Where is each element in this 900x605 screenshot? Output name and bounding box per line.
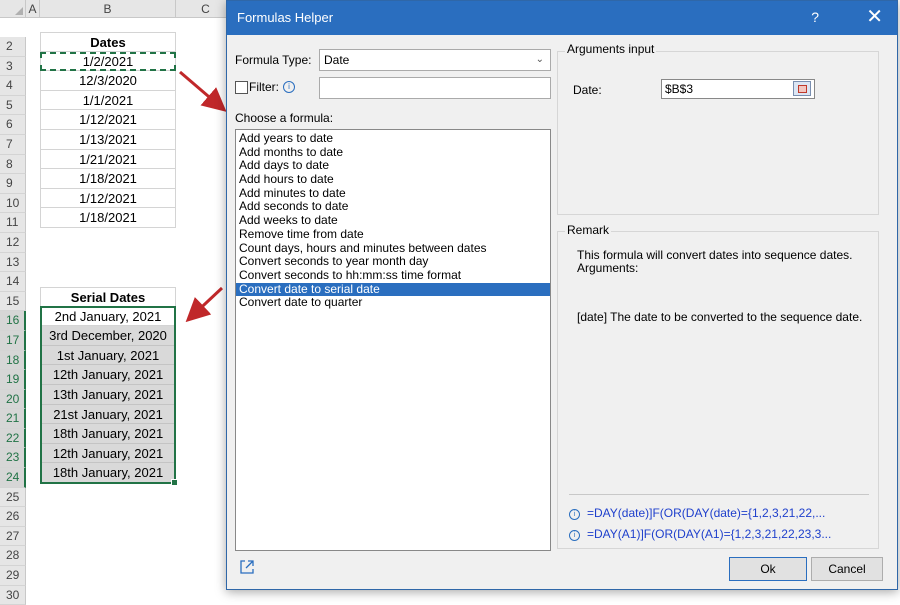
info-icon[interactable]: i	[283, 81, 295, 93]
formula-type-select[interactable]: Date ⌄	[319, 49, 551, 71]
chevron-down-icon: ⌄	[535, 54, 544, 65]
share-icon[interactable]	[239, 559, 255, 575]
remark-divider	[569, 494, 869, 495]
choose-formula-label: Choose a formula:	[235, 111, 334, 125]
remark-description: This formula will convert dates into seq…	[577, 248, 853, 275]
formula-list-item[interactable]: Convert seconds to hh:mm:ss time format	[236, 268, 550, 283]
filter-input[interactable]	[319, 77, 551, 99]
formula-list-item[interactable]: Remove time from date	[236, 227, 550, 242]
formula-example-2[interactable]: i =DAY(A1)]F(OR(DAY(A1)={1,2,3,21,22,23,3…	[569, 527, 831, 541]
formula-list-item[interactable]: Add minutes to date	[236, 186, 550, 201]
ok-button[interactable]: Ok	[729, 557, 807, 581]
filter-checkbox[interactable]	[235, 81, 248, 94]
help-button[interactable]: ?	[811, 9, 819, 25]
formula-list-item[interactable]: Add seconds to date	[236, 200, 550, 214]
date-argument-label: Date:	[573, 83, 602, 97]
remark-arguments: [date] The date to be converted to the s…	[577, 310, 863, 324]
formula-example-1[interactable]: i =DAY(date)]F(OR(DAY(date)={1,2,3,21,22,…	[569, 506, 825, 520]
formula-type-label: Formula Type:	[235, 53, 312, 67]
dialog-titlebar[interactable]: Formulas Helper ? ✕	[227, 1, 897, 35]
range-select-icon[interactable]	[793, 81, 811, 96]
formula-list-item[interactable]: Add days to date	[236, 159, 550, 173]
cancel-button[interactable]: Cancel	[811, 557, 883, 581]
annotation-arrows	[179, 70, 227, 323]
formula-list-item[interactable]: Add weeks to date	[236, 213, 550, 228]
date-argument-input[interactable]: $B$3	[661, 79, 815, 99]
arrow-to-dialog	[179, 70, 227, 112]
formula-list-item[interactable]: Convert date to serial date	[236, 282, 550, 297]
remark-legend: Remark	[565, 223, 612, 237]
formula-example-2-text: =DAY(A1)]F(OR(DAY(A1)={1,2,3,21,22,23,3.…	[587, 527, 832, 541]
filter-label: Filter:	[249, 80, 279, 94]
arguments-legend: Arguments input	[565, 42, 657, 56]
formula-list[interactable]: Add years to date Add months to date Add d…	[235, 129, 551, 551]
formula-list-item[interactable]: Add hours to date	[236, 172, 550, 187]
dialog-title: Formulas Helper	[237, 10, 334, 25]
remark-group	[557, 231, 879, 549]
formula-type-value: Date	[324, 53, 350, 67]
formulas-helper-dialog: Formulas Helper ? ✕ Formula Type: Date ⌄…	[226, 0, 898, 590]
info-icon: i	[569, 530, 580, 541]
close-button[interactable]: ✕	[866, 5, 883, 29]
arguments-group	[557, 51, 879, 215]
formula-list-item[interactable]: Convert date to quarter	[236, 296, 550, 310]
arrow-to-serial-dates	[185, 286, 224, 323]
info-icon: i	[569, 509, 580, 520]
formula-list-item[interactable]: Add years to date	[236, 131, 550, 146]
formula-list-item[interactable]: Count days, hours and minutes between da…	[236, 241, 550, 256]
formula-list-item[interactable]: Add months to date	[236, 145, 550, 160]
formula-example-1-text: =DAY(date)]F(OR(DAY(date)={1,2,3,21,22,.…	[587, 506, 826, 520]
formula-list-item[interactable]: Convert seconds to year month day	[236, 254, 550, 269]
